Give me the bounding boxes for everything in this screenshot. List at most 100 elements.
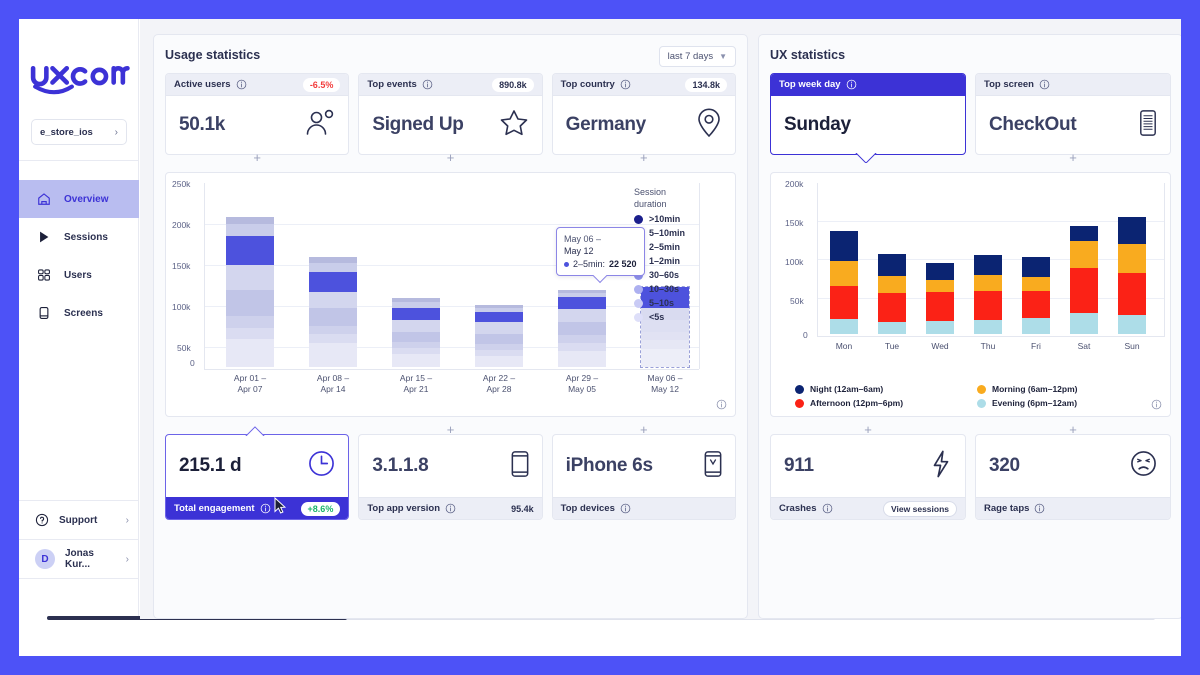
info-icon[interactable] (440, 503, 456, 514)
info-icon[interactable] (817, 503, 833, 514)
info-icon[interactable] (846, 79, 857, 90)
legend-dot-icon (977, 384, 986, 394)
bottom-card-crashes[interactable]: + 911 Crashes View sessions (770, 423, 966, 520)
kpi-body: Sunday (771, 96, 965, 154)
legend-item[interactable]: Night (12am–6am) (795, 384, 973, 394)
bar-group[interactable] (926, 263, 954, 334)
kpi-badge: -6.5% (302, 77, 341, 92)
info-icon[interactable] (255, 503, 271, 514)
legend-item[interactable]: Evening (6pm–12am) (977, 398, 1155, 408)
y-tick: 250k (172, 179, 191, 189)
sidebar-item-sessions[interactable]: Sessions (19, 218, 139, 256)
bottom-card-top-app-version[interactable]: + 3.1.1.8 Top app version 95.4k (358, 423, 543, 520)
bar-group[interactable] (1118, 217, 1146, 334)
kpi-card-top-week-day[interactable]: Top week day Sunday (770, 73, 966, 155)
usage-kpi-row: Active users -6.5% 50.1k + Top events 89… (165, 73, 736, 164)
card-label: Top app version (367, 503, 440, 514)
bar-segment (392, 354, 440, 367)
view-sessions-button[interactable]: View sessions (883, 500, 957, 517)
add-widget-button[interactable]: + (621, 151, 667, 165)
bar-group[interactable] (830, 231, 858, 334)
legend-label: Morning (6am–12pm) (992, 384, 1078, 394)
legend-item[interactable]: 10–30s (634, 284, 679, 294)
add-widget-button[interactable]: + (621, 423, 667, 437)
user-badge-icon (305, 109, 335, 142)
kpi-badge: 890.8k (492, 77, 534, 92)
play-icon (37, 230, 51, 244)
card-body: iPhone 6s (553, 435, 735, 497)
info-icon[interactable] (620, 79, 631, 90)
info-icon[interactable] (236, 79, 247, 90)
bar-segment (558, 290, 606, 293)
bar-segment (1022, 277, 1050, 291)
info-icon[interactable] (1039, 79, 1050, 90)
add-widget-button[interactable]: + (427, 151, 473, 165)
bar-segment (641, 349, 689, 367)
bottom-card-total-engagement[interactable]: 215.1 d Total engagement +8.6% (165, 434, 350, 520)
kpi-header: Active users -6.5% (166, 74, 349, 96)
bar-group[interactable] (309, 257, 357, 367)
y-tick: 200k (785, 179, 804, 189)
bar-segment (392, 348, 440, 354)
sidebar-item-account[interactable]: D Jonas Kur... › (19, 540, 139, 578)
bar-group[interactable] (1070, 226, 1098, 334)
bar-segment (1070, 241, 1098, 268)
legend-label: 5–10min (649, 228, 686, 238)
bar-segment (1070, 268, 1098, 313)
kpi-body: 50.1k (166, 96, 348, 154)
kpi-card-top-screen[interactable]: Top screen CheckOut + (975, 73, 1171, 164)
kpi-card-active-users[interactable]: Active users -6.5% 50.1k + (165, 73, 350, 164)
legend-item[interactable]: 5–10s (634, 298, 674, 308)
bar-group[interactable] (1022, 257, 1050, 334)
bar-segment (392, 342, 440, 348)
info-icon[interactable] (422, 79, 433, 90)
info-icon[interactable] (1029, 503, 1045, 514)
info-icon[interactable] (1151, 399, 1162, 410)
bar-segment (475, 356, 523, 367)
bar-group[interactable] (226, 217, 274, 367)
info-icon[interactable] (716, 399, 727, 410)
bar-group[interactable] (475, 305, 523, 367)
legend-item[interactable]: >10min (634, 214, 680, 224)
bar-segment (830, 319, 858, 334)
legend-item[interactable]: Afternoon (12pm–6pm) (795, 398, 973, 408)
usage-bottom-card-row: 215.1 d Total engagement +8.6% + 3.1.1.8… (165, 423, 736, 520)
bar-segment (878, 322, 906, 334)
legend-title-line1: Session (634, 187, 667, 197)
date-range-selector[interactable]: last 7 days ▼ (658, 46, 736, 67)
bar-group[interactable] (878, 254, 906, 334)
kpi-value: Germany (565, 114, 647, 135)
tooltip-dot-icon (564, 261, 569, 267)
add-widget-button[interactable]: + (427, 423, 473, 437)
add-widget-button[interactable]: + (1050, 423, 1096, 437)
legend-label: Evening (6pm–12am) (992, 398, 1078, 408)
bar-group[interactable] (974, 255, 1002, 334)
bar-group[interactable] (392, 298, 440, 367)
kpi-card-top-country[interactable]: Top country 134.8k Germany + (551, 73, 736, 164)
sidebar-item-support[interactable]: Support › (19, 501, 139, 539)
uxcam-logo[interactable] (28, 63, 130, 97)
bottom-card-rage-taps[interactable]: + 320 Rage taps (975, 423, 1171, 520)
bar-segment (974, 320, 1002, 334)
sidebar: e_store_ios › Overview Sessions Users Sc… (19, 19, 152, 619)
kpi-body: CheckOut (976, 96, 1170, 154)
legend-item[interactable]: Morning (6am–12pm) (977, 384, 1155, 394)
add-widget-button[interactable]: + (234, 151, 280, 165)
usage-panel-title: Usage statistics (165, 48, 261, 62)
sidebar-item-users[interactable]: Users (19, 256, 139, 294)
legend-dot-icon (634, 312, 643, 322)
bar-segment (878, 276, 906, 293)
info-icon[interactable] (615, 503, 631, 514)
bar-group[interactable] (558, 290, 606, 367)
sidebar-item-screens[interactable]: Screens (19, 294, 139, 332)
add-widget-button[interactable]: + (845, 423, 891, 437)
kpi-card-top-events[interactable]: Top events 890.8k Signed Up + (358, 73, 543, 164)
legend-item[interactable]: <5s (634, 312, 664, 322)
bottom-card-top-devices[interactable]: + iPhone 6s Top devices (551, 423, 736, 520)
project-name: e_store_ios (40, 126, 93, 138)
usage-statistics-panel: Usage statistics last 7 days ▼ Active us… (153, 34, 748, 619)
plot-right-edge (1164, 183, 1165, 337)
project-selector[interactable]: e_store_ios › (31, 119, 127, 145)
sidebar-item-overview[interactable]: Overview (19, 180, 139, 218)
add-widget-button[interactable]: + (1050, 151, 1096, 165)
